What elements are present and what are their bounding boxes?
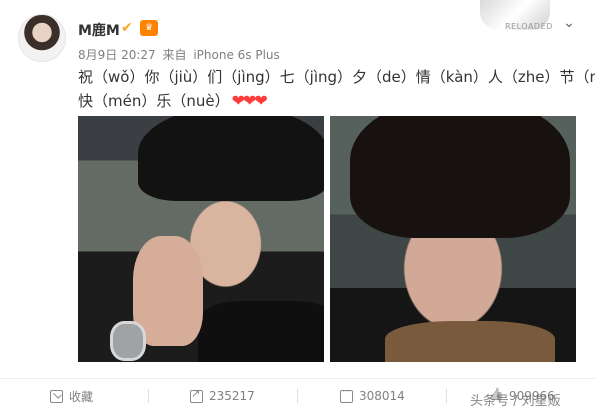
action-separator bbox=[148, 389, 149, 403]
avatar[interactable] bbox=[18, 14, 66, 62]
post-text-line-2-text: 快（mén）乐（nuè） bbox=[78, 92, 230, 110]
cap bbox=[138, 116, 324, 201]
post-photo-1[interactable] bbox=[78, 116, 324, 362]
vip-icon[interactable]: ♛ bbox=[140, 20, 158, 36]
heart-emoji-icons: ❤❤❤ bbox=[231, 91, 268, 110]
source-prefix: 来自 bbox=[162, 48, 187, 62]
hair-fringe bbox=[370, 182, 530, 226]
share-button[interactable]: 235217 bbox=[190, 384, 255, 408]
weibo-post: M鹿M ✔ ♛ 8月9日 20:27 来自 iPhone 6s Plus REL… bbox=[0, 0, 595, 414]
watch bbox=[110, 321, 146, 361]
post-date[interactable]: 8月9日 20:27 bbox=[78, 48, 156, 62]
post-text-line-1: 祝（wǒ）你（jiù）们（jìng）七（jìng）夕（de）情（kàn）人（zh… bbox=[78, 68, 595, 86]
favorite-button[interactable]: 收藏 bbox=[50, 384, 93, 408]
post-photo-2[interactable] bbox=[330, 116, 576, 362]
action-bar-divider bbox=[0, 378, 595, 379]
shirt bbox=[198, 301, 324, 362]
post-text-line-2: 快（mén）乐（nuè） ❤❤❤ bbox=[78, 90, 578, 111]
comment-count: 308014 bbox=[359, 389, 405, 403]
favorite-icon bbox=[50, 389, 63, 403]
watermark: 头条号 / 刘星贩 bbox=[470, 394, 561, 409]
post-meta: 8月9日 20:27 来自 iPhone 6s Plus bbox=[78, 46, 283, 63]
action-separator bbox=[446, 389, 447, 403]
username[interactable]: M鹿M bbox=[78, 20, 120, 40]
corner-thumbnail-label: RELOADED bbox=[505, 22, 553, 31]
favorite-label: 收藏 bbox=[69, 389, 94, 404]
shirt bbox=[385, 321, 555, 362]
share-icon bbox=[190, 387, 203, 403]
action-separator bbox=[297, 389, 298, 403]
comment-button[interactable]: 308014 bbox=[340, 384, 405, 408]
verified-v-icon: ✔ bbox=[121, 20, 133, 36]
chevron-down-icon[interactable]: ⌄ bbox=[561, 15, 577, 31]
post-source[interactable]: iPhone 6s Plus bbox=[193, 48, 279, 62]
share-count: 235217 bbox=[209, 389, 255, 403]
comment-icon bbox=[340, 387, 353, 403]
